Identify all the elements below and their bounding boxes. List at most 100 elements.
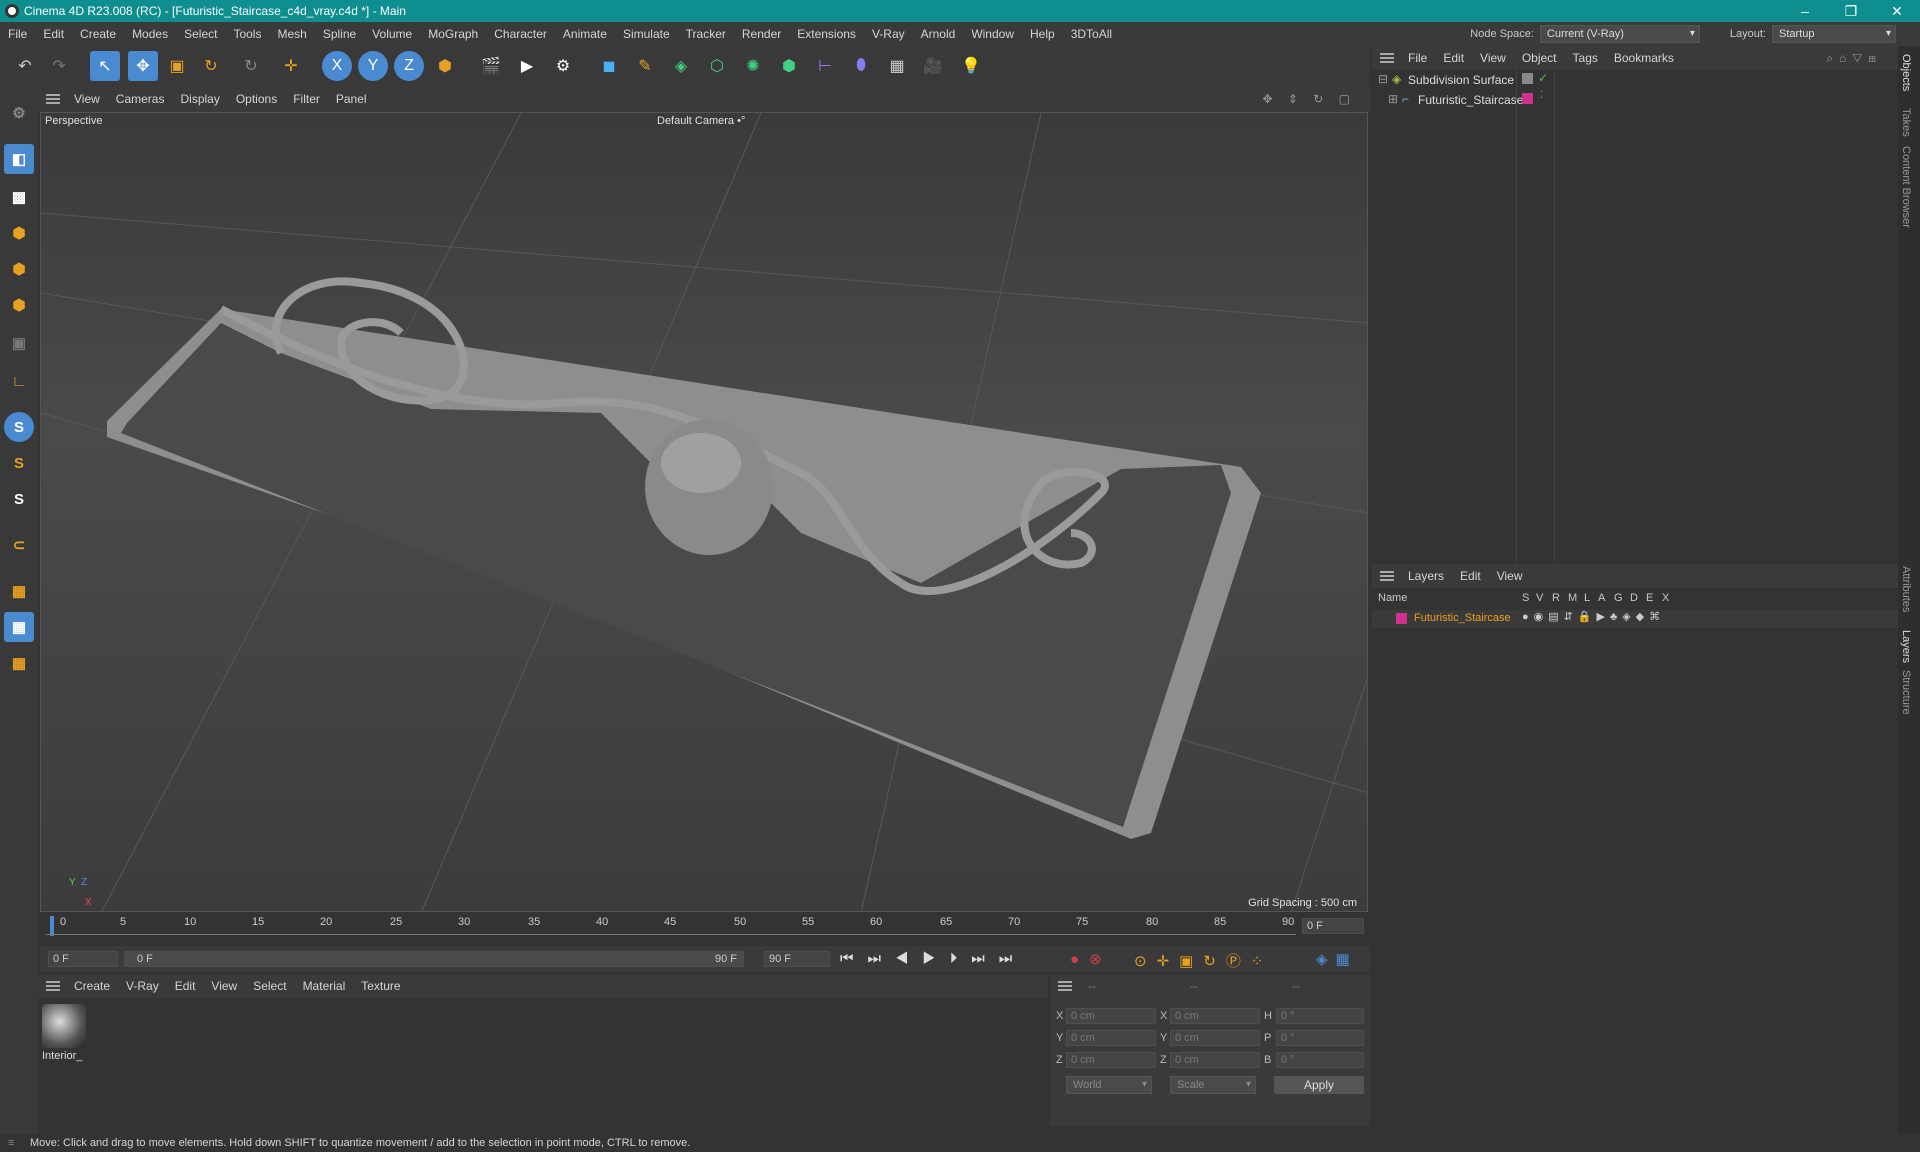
object-menu-bookmarks[interactable]: Bookmarks — [1614, 51, 1674, 65]
apply-button[interactable]: Apply — [1274, 1076, 1364, 1094]
layer-menu-icon[interactable] — [1380, 571, 1394, 581]
menu-render[interactable]: Render — [742, 27, 781, 41]
menu-file[interactable]: File — [8, 27, 27, 41]
position-y-field[interactable]: 0 cm — [1066, 1030, 1156, 1046]
object-menu-view[interactable]: View — [1480, 51, 1506, 65]
start-frame-field[interactable]: 0 F — [48, 951, 118, 967]
menu-mograph[interactable]: MoGraph — [428, 27, 478, 41]
polygons-mode-icon[interactable]: ⬢ — [4, 290, 34, 320]
snap-icon[interactable]: S — [4, 412, 34, 442]
snap-mode-icon[interactable]: S — [4, 484, 34, 514]
menu-mesh[interactable]: Mesh — [277, 27, 306, 41]
viewport-menu-options[interactable]: Options — [236, 92, 277, 106]
move-tool-icon[interactable]: ✥ — [128, 51, 158, 81]
object-menu-icon[interactable] — [1380, 53, 1394, 63]
menu-character[interactable]: Character — [494, 27, 547, 41]
timeline-mode-icons[interactable]: ◈▦ — [1316, 950, 1358, 968]
viewport-nav-icons[interactable]: ✥ ⇕ ↻ ▢ — [1262, 92, 1356, 106]
menu-edit[interactable]: Edit — [43, 27, 64, 41]
object-menu-object[interactable]: Object — [1522, 51, 1557, 65]
tab-takes[interactable]: Takes — [1900, 108, 1912, 137]
size-mode-dropdown[interactable]: Scale — [1170, 1076, 1256, 1094]
material-menu-create[interactable]: Create — [74, 979, 110, 993]
cloner-icon[interactable]: ✺ — [738, 51, 768, 81]
layout-dropdown[interactable]: Startup — [1772, 25, 1896, 43]
recent-tool-icon[interactable]: ↻ — [236, 51, 266, 81]
menu-volume[interactable]: Volume — [372, 27, 412, 41]
material-menu-material[interactable]: Material — [303, 979, 346, 993]
material-swatch[interactable]: Interior_ — [42, 1004, 86, 1064]
layer-color-swatch[interactable] — [1522, 93, 1533, 104]
visibility-dots-icon[interactable]: ⁚ — [1540, 90, 1543, 101]
undo-icon[interactable]: ↶ — [10, 51, 40, 81]
x-axis-lock-icon[interactable]: X — [322, 51, 352, 81]
object-search-icons[interactable]: ⌕⌂▽⊞ — [1826, 51, 1882, 66]
rotation-p-field[interactable]: 0 ° — [1276, 1030, 1364, 1046]
select-tool-icon[interactable]: ↖ — [90, 51, 120, 81]
tab-layers[interactable]: Layers — [1900, 630, 1912, 663]
record-keys-icon[interactable]: ●⊗ — [1070, 950, 1112, 968]
timeline-ruler[interactable]: 0 5 10 15 20 25 30 35 40 45 50 55 60 65 … — [40, 912, 1370, 950]
camera-icon[interactable]: 🎥 — [918, 51, 948, 81]
current-frame-field[interactable]: 0 F — [1302, 918, 1364, 934]
model-mode-icon[interactable]: ◧ — [4, 144, 34, 174]
workplane-icon[interactable]: ▦ — [4, 576, 34, 606]
uv-mode-icon[interactable]: ▣ — [4, 328, 34, 358]
viewport-menu-cameras[interactable]: Cameras — [116, 92, 165, 106]
expand-icon[interactable]: ⊞ — [1388, 92, 1398, 106]
edges-mode-icon[interactable]: ⬢ — [4, 254, 34, 284]
menu-modes[interactable]: Modes — [132, 27, 168, 41]
size-y-field[interactable]: 0 cm — [1170, 1030, 1260, 1046]
texture-mode-icon[interactable]: ▩ — [4, 182, 34, 212]
restore-button[interactable]: ❐ — [1828, 0, 1874, 22]
menu-tracker[interactable]: Tracker — [686, 27, 726, 41]
light-icon[interactable]: 💡 — [956, 51, 986, 81]
tab-objects[interactable]: Objects — [1900, 54, 1912, 91]
render-settings-icon[interactable]: ⚙ — [548, 51, 578, 81]
preview-range-slider[interactable]: 0 F 90 F — [124, 951, 744, 967]
tab-content-browser[interactable]: Content Browser — [1900, 146, 1912, 228]
rotate-tool-icon[interactable]: ↻ — [196, 51, 226, 81]
3d-viewport[interactable]: Perspective Default Camera •° Grid Spaci… — [40, 112, 1368, 912]
transform-tool-icon[interactable]: ✛ — [276, 51, 306, 81]
floor-icon[interactable]: ▦ — [882, 51, 912, 81]
menu-help[interactable]: Help — [1030, 27, 1055, 41]
menu-3dtoall[interactable]: 3DToAll — [1071, 27, 1112, 41]
size-z-field[interactable]: 0 cm — [1170, 1052, 1260, 1068]
layer-menu-layers[interactable]: Layers — [1408, 569, 1444, 583]
minimize-button[interactable]: – — [1782, 0, 1828, 22]
locked-workplane-icon[interactable]: ▦ — [4, 648, 34, 678]
cube-object-icon[interactable]: ◼ — [594, 51, 624, 81]
enabled-check-icon[interactable]: ✓ — [1538, 71, 1548, 85]
position-z-field[interactable]: 0 cm — [1066, 1052, 1156, 1068]
rotation-b-field[interactable]: 0 ° — [1276, 1052, 1364, 1068]
menu-arnold[interactable]: Arnold — [921, 27, 956, 41]
menu-window[interactable]: Window — [971, 27, 1014, 41]
scale-tool-icon[interactable]: ▣ — [162, 51, 192, 81]
fracture-icon[interactable]: ⬢ — [774, 51, 804, 81]
layer-toggle-icons[interactable]: ●◉▤⇵🔒▶♣◈◆⌘ — [1522, 610, 1665, 623]
material-menu-texture[interactable]: Texture — [361, 979, 400, 993]
tab-attributes[interactable]: Attributes — [1900, 566, 1912, 612]
tab-structure[interactable]: Structure — [1900, 670, 1912, 715]
menu-vray[interactable]: V-Ray — [872, 27, 905, 41]
pen-spline-icon[interactable]: ✎ — [630, 51, 660, 81]
viewport-menu-filter[interactable]: Filter — [293, 92, 320, 106]
material-menu-select[interactable]: Select — [253, 979, 286, 993]
rotation-h-field[interactable]: 0 ° — [1276, 1008, 1364, 1024]
coordinates-menu-icon[interactable] — [1058, 981, 1072, 991]
menu-spline[interactable]: Spline — [323, 27, 356, 41]
render-picture-viewer-icon[interactable]: ▶ — [512, 51, 542, 81]
make-editable-icon[interactable]: ⚙ — [4, 98, 34, 128]
material-menu-icon[interactable] — [46, 981, 60, 991]
render-view-icon[interactable]: 🎬 — [476, 51, 506, 81]
menu-simulate[interactable]: Simulate — [623, 27, 670, 41]
object-row[interactable]: ⊞ ⌐ Futuristic_Staircase ⁚ — [1372, 90, 1898, 110]
y-axis-lock-icon[interactable]: Y — [358, 51, 388, 81]
timeline-playhead[interactable] — [50, 916, 54, 936]
material-menu-view[interactable]: View — [211, 979, 237, 993]
close-button[interactable]: ✕ — [1874, 0, 1920, 22]
menu-create[interactable]: Create — [80, 27, 116, 41]
node-space-dropdown[interactable]: Current (V-Ray) — [1539, 25, 1700, 43]
layer-menu-view[interactable]: View — [1497, 569, 1523, 583]
